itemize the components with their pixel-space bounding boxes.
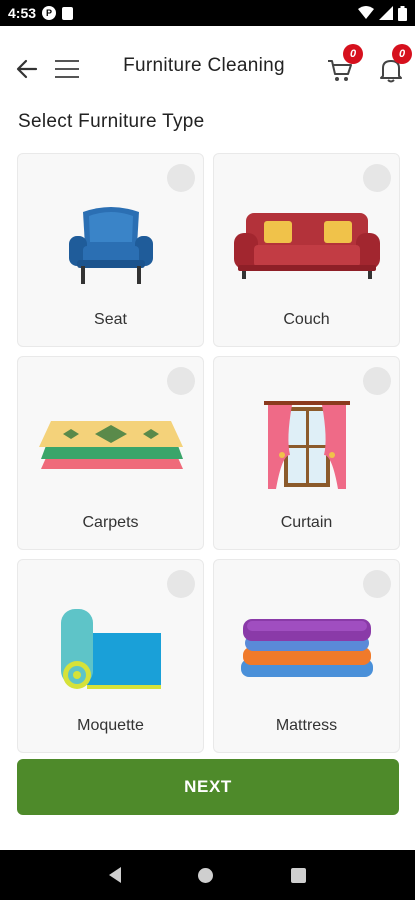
select-radio[interactable] bbox=[363, 367, 391, 395]
furniture-card-carpets[interactable]: Carpets bbox=[17, 356, 204, 550]
signal-icon bbox=[379, 6, 393, 20]
cart-badge: 0 bbox=[343, 44, 363, 64]
nav-recents-icon[interactable] bbox=[291, 867, 307, 883]
furniture-card-curtain[interactable]: Curtain bbox=[213, 356, 400, 550]
app-header: Furniture Cleaning 0 0 bbox=[0, 26, 415, 110]
select-radio[interactable] bbox=[363, 570, 391, 598]
status-time: 4:53 bbox=[8, 5, 37, 21]
next-button[interactable]: NEXT bbox=[17, 759, 399, 815]
notification-badge: 0 bbox=[392, 44, 412, 64]
select-radio[interactable] bbox=[167, 164, 195, 192]
carpet-icon bbox=[38, 421, 183, 469]
furniture-grid: Seat Couch Carpets Curtain Moquette Matt… bbox=[17, 153, 400, 753]
mattress-stack-icon bbox=[240, 619, 373, 677]
furniture-label: Mattress bbox=[275, 717, 338, 734]
sofa-icon bbox=[233, 213, 380, 279]
furniture-card-mattress[interactable]: Mattress bbox=[213, 559, 400, 753]
select-radio[interactable] bbox=[167, 367, 195, 395]
nav-home-icon[interactable] bbox=[198, 867, 214, 883]
select-radio[interactable] bbox=[363, 164, 391, 192]
furniture-label: Carpets bbox=[82, 514, 139, 531]
furniture-label: Moquette bbox=[77, 717, 144, 734]
storage-notification-icon bbox=[62, 6, 74, 20]
select-radio[interactable] bbox=[167, 570, 195, 598]
armchair-icon bbox=[68, 207, 153, 284]
furniture-label: Curtain bbox=[280, 514, 333, 531]
moquette-roll-icon bbox=[60, 609, 161, 689]
furniture-card-seat[interactable]: Seat bbox=[17, 153, 204, 347]
nav-back-icon[interactable] bbox=[108, 867, 121, 883]
wifi-icon bbox=[358, 6, 374, 19]
battery-icon bbox=[398, 5, 407, 21]
app-notification-icon: P bbox=[42, 6, 57, 20]
section-title: Select Furniture Type bbox=[18, 111, 205, 132]
furniture-label: Couch bbox=[283, 311, 330, 328]
curtain-icon bbox=[263, 401, 350, 489]
furniture-label: Seat bbox=[94, 311, 127, 328]
status-bar: 4:53 P bbox=[0, 0, 415, 26]
furniture-card-moquette[interactable]: Moquette bbox=[17, 559, 204, 753]
furniture-card-couch[interactable]: Couch bbox=[213, 153, 400, 347]
system-nav-bar bbox=[0, 850, 415, 900]
